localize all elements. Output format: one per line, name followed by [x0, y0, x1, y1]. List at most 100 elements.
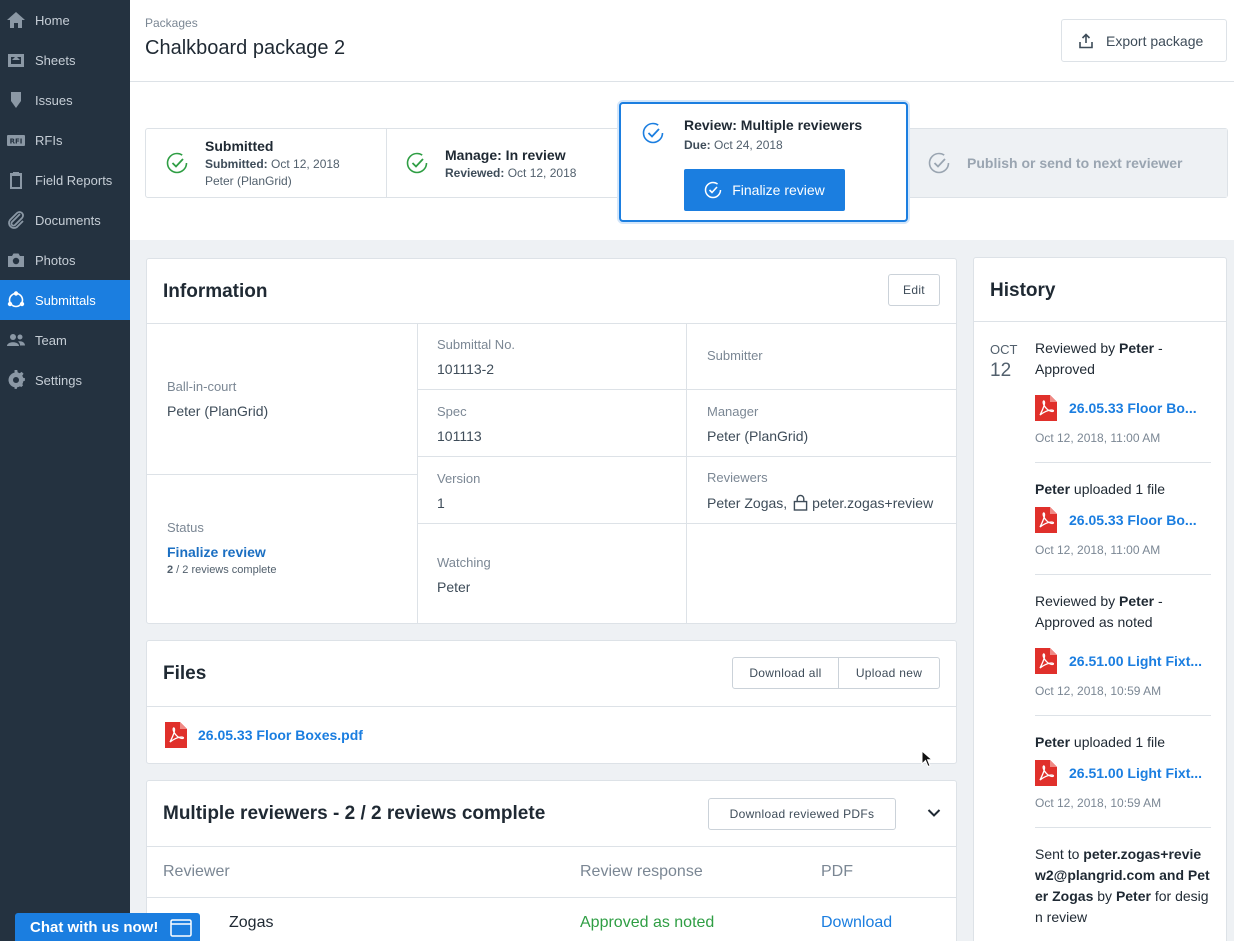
- sidebar-item-label: Sheets: [35, 52, 76, 68]
- ball-in-court-value: Peter (PlanGrid): [167, 403, 269, 419]
- step-title: Review: Multiple reviewers: [684, 117, 863, 133]
- history-file-link[interactable]: 26.51.00 Light Fixt...: [1035, 760, 1202, 786]
- step-detail: Reviewed: Oct 12, 2018: [445, 165, 577, 180]
- information-card: Information Edit Ball-in-court Peter (Pl…: [146, 258, 957, 624]
- sidebar: Home Sheets Issues RFI RFIs Field Report…: [0, 0, 130, 941]
- sidebar-item-label: Documents: [35, 212, 101, 228]
- history-entry-text: Reviewed by Peter - Approved as noted: [1035, 593, 1163, 630]
- check-circle-icon: [642, 122, 664, 144]
- history-file-link[interactable]: 26.05.33 Floor Bo...: [1035, 395, 1197, 421]
- reviewers-title: Multiple reviewers - 2 / 2 reviews compl…: [163, 803, 546, 824]
- page-header: Packages Chalkboard package 2 Export pac…: [130, 0, 1234, 82]
- watching-value: Peter: [437, 579, 471, 595]
- sidebar-item-label: Team: [35, 332, 67, 348]
- sidebar-item-photos[interactable]: Photos: [0, 240, 130, 280]
- reviewers-card: Multiple reviewers - 2 / 2 reviews compl…: [146, 780, 957, 941]
- pdf-icon: [1035, 648, 1057, 674]
- check-circle-icon: [166, 152, 188, 174]
- sidebar-item-label: Home: [35, 12, 70, 28]
- download-reviewed-pdfs-button[interactable]: Download reviewed PDFs: [708, 798, 896, 830]
- export-icon: [1079, 32, 1093, 48]
- gear-icon: [5, 369, 27, 391]
- check-circle-icon: [928, 152, 950, 174]
- export-package-label: Export package: [1106, 32, 1204, 49]
- reviewer-name-cell: Zogas: [229, 914, 274, 931]
- col-pdf-header: PDF: [821, 863, 853, 880]
- chat-label: Chat with us now!: [30, 918, 159, 936]
- history-entry-text: Peter uploaded 1 file: [1035, 734, 1165, 750]
- reviewer-email: peter.zogas+review: [812, 494, 934, 511]
- sidebar-item-issues[interactable]: Issues: [0, 80, 130, 120]
- step-submitted: Submitted Submitted: Oct 12, 2018 Peter …: [146, 129, 386, 197]
- watching-label: Watching: [437, 555, 491, 570]
- reviewer-name: Peter Zogas,: [707, 494, 788, 511]
- information-title: Information: [163, 281, 268, 302]
- history-entry-text: Reviewed by Peter - Approved: [1035, 340, 1163, 377]
- sidebar-item-label: RFIs: [35, 132, 63, 148]
- step-manage: Manage: In review Reviewed: Oct 12, 2018: [387, 129, 637, 197]
- submittals-icon: [5, 289, 27, 311]
- pdf-icon: [1035, 507, 1057, 533]
- step-title: Submitted: [205, 138, 274, 154]
- history-month: OCT: [990, 342, 1018, 357]
- step-detail: Due: Oct 24, 2018: [684, 138, 783, 152]
- edit-button[interactable]: Edit: [888, 274, 940, 306]
- finalize-review-label: Finalize review: [732, 182, 825, 198]
- version-value: 1: [437, 495, 445, 511]
- sidebar-item-settings[interactable]: Settings: [0, 360, 130, 400]
- files-title: Files: [163, 663, 207, 684]
- history-time: Oct 12, 2018, 11:00 AM: [1035, 431, 1161, 445]
- version-label: Version: [437, 471, 481, 486]
- history-file-link[interactable]: 26.05.33 Floor Bo...: [1035, 507, 1197, 533]
- export-package-button[interactable]: Export package: [1061, 19, 1227, 62]
- sidebar-item-label: Photos: [35, 252, 76, 268]
- submitter-label: Submitter: [707, 348, 763, 363]
- sidebar-item-label: Submittals: [35, 292, 96, 308]
- rfi-icon: RFI: [5, 129, 27, 151]
- page-title: Chalkboard package 2: [145, 37, 346, 59]
- sidebar-item-home[interactable]: Home: [0, 0, 130, 40]
- download-pdf-link[interactable]: Download: [821, 914, 892, 932]
- sidebar-item-sheets[interactable]: Sheets: [0, 40, 130, 80]
- workflow-steps-panel: Submitted Submitted: Oct 12, 2018 Peter …: [130, 82, 1234, 240]
- pdf-icon: [165, 722, 187, 748]
- manager-value: Peter (PlanGrid): [707, 428, 809, 444]
- col-response-header: Review response: [580, 863, 703, 880]
- step-detail: Submitted: Oct 12, 2018: [205, 157, 340, 171]
- spec-label: Spec: [437, 404, 467, 419]
- download-all-button[interactable]: Download all: [732, 657, 839, 689]
- submittal-no-label: Submittal No.: [437, 337, 516, 352]
- finalize-review-button[interactable]: Finalize review: [684, 169, 845, 211]
- pdf-icon: [1035, 760, 1057, 786]
- manager-label: Manager: [707, 404, 759, 419]
- history-title: History: [990, 280, 1056, 301]
- file-link[interactable]: 26.05.33 Floor Boxes.pdf: [198, 727, 363, 743]
- sidebar-item-label: Field Reports: [35, 172, 113, 188]
- ball-in-court-label: Ball-in-court: [167, 379, 237, 394]
- spec-value: 101113: [437, 428, 482, 444]
- sidebar-item-documents[interactable]: Documents: [0, 200, 130, 240]
- lock-icon: [793, 494, 808, 511]
- sidebar-item-field-reports[interactable]: Field Reports: [0, 160, 130, 200]
- history-file-link[interactable]: 26.51.00 Light Fixt...: [1035, 648, 1202, 674]
- check-circle-icon: [406, 152, 428, 174]
- chat-widget-button[interactable]: Chat with us now!: [15, 913, 200, 941]
- chevron-down-icon[interactable]: [927, 808, 941, 818]
- sidebar-item-rfis[interactable]: RFI RFIs: [0, 120, 130, 160]
- submittal-no-value: 101113-2: [437, 361, 495, 377]
- sidebar-item-team[interactable]: Team: [0, 320, 130, 360]
- history-entry-text: Sent to peter.zogas+review2@plangrid.com…: [1035, 846, 1210, 925]
- step-person: Peter (PlanGrid): [205, 174, 292, 188]
- home-icon: [5, 9, 27, 31]
- status-link[interactable]: Finalize review: [167, 544, 266, 560]
- sidebar-item-submittals[interactable]: Submittals: [0, 280, 130, 320]
- upload-new-button[interactable]: Upload new: [838, 657, 940, 689]
- status-count: 2 / 2 reviews complete: [167, 564, 277, 576]
- check-circle-icon: [704, 181, 722, 199]
- breadcrumb[interactable]: Packages: [145, 16, 198, 30]
- history-entry-text: Peter uploaded 1 file: [1035, 481, 1165, 497]
- paperclip-icon: [5, 209, 27, 231]
- history-day: 12: [990, 360, 1012, 381]
- status-label: Status: [167, 520, 204, 535]
- step-publish: Publish or send to next reviewer: [908, 129, 1227, 197]
